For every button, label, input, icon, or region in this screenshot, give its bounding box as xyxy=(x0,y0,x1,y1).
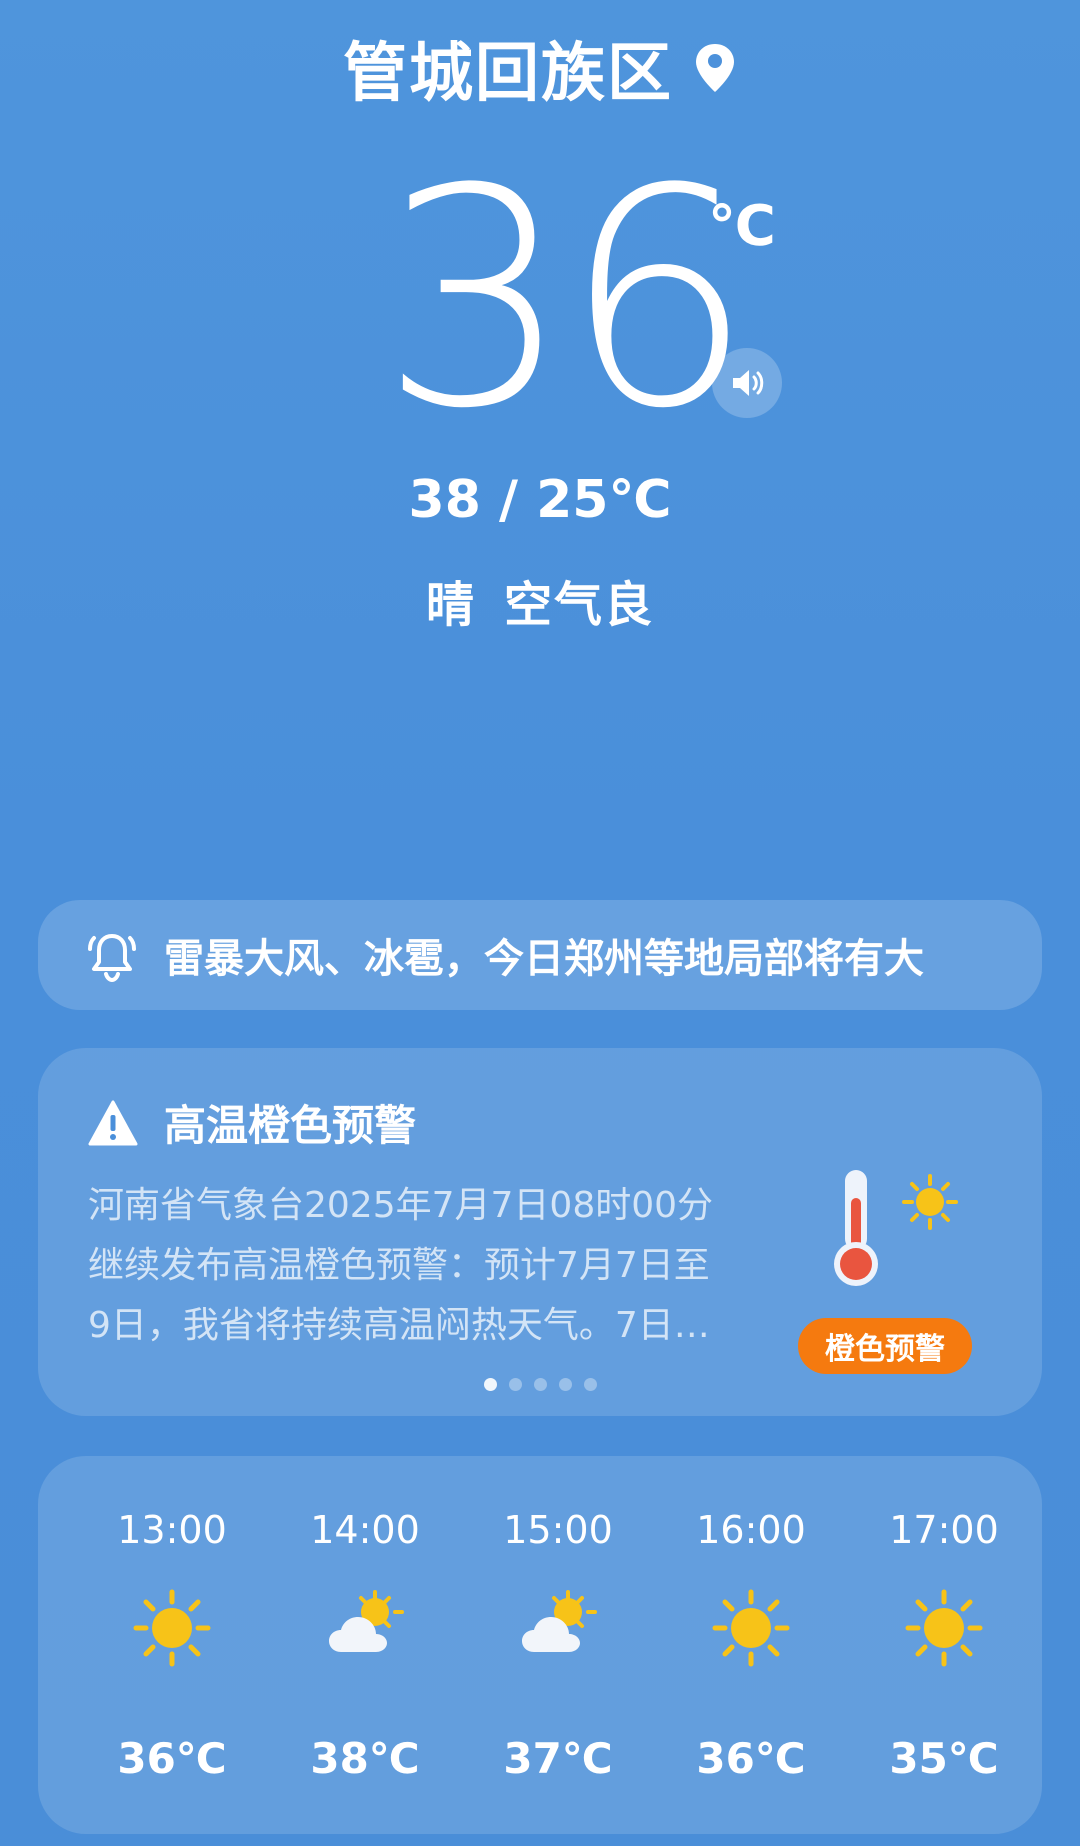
warning-triangle-icon xyxy=(88,1100,138,1145)
hourly-item: 14:00 38℃ xyxy=(275,1456,455,1834)
bell-icon xyxy=(88,934,136,982)
warning-line: 继续发布高温橙色预警：预计7月7日至 xyxy=(88,1245,710,1286)
sunny-icon xyxy=(712,1589,790,1667)
temperature-range: 38 / 25℃ xyxy=(408,470,672,530)
pager-dot xyxy=(558,1378,572,1391)
sunny-icon xyxy=(133,1589,211,1667)
hour-temperature: 36℃ xyxy=(117,1734,227,1783)
pager-dot xyxy=(483,1378,497,1391)
alert-ticker[interactable]: 雷暴大风、冰雹，今日郑州等地局部将有大 xyxy=(38,900,1042,1010)
thermometer-sun-icon xyxy=(834,1170,958,1286)
hourly-item: 17:00 35℃ xyxy=(854,1456,1034,1834)
partly-cloudy-icon xyxy=(522,1590,597,1652)
warning-card[interactable]: 高温橙色预警 河南省气象台2025年7月7日08时00分 继续发布高温橙色预警：… xyxy=(38,1048,1042,1416)
current-temperature: 36 xyxy=(380,125,754,474)
warning-level-badge: 橙色预警 xyxy=(798,1318,972,1374)
hour-temperature: 35℃ xyxy=(889,1734,999,1783)
temperature-unit: ℃ xyxy=(708,194,776,259)
hourly-item: 16:00 36℃ xyxy=(661,1456,841,1834)
hour-time: 15:00 xyxy=(503,1508,613,1552)
hour-temperature: 36℃ xyxy=(696,1734,806,1783)
pager-dot xyxy=(533,1378,547,1391)
hour-time: 16:00 xyxy=(696,1508,806,1552)
sunny-icon xyxy=(905,1589,983,1667)
weather-condition: 晴空气良 xyxy=(0,565,1080,635)
pager-dot xyxy=(508,1378,522,1391)
weather-text: 晴 xyxy=(425,577,476,633)
location-selector[interactable]: 管城回族区 xyxy=(343,22,737,114)
hourly-forecast-list: 13:00 36℃ 14:00 38℃ 15:00 37℃ 16:00 36℃ … xyxy=(38,1456,1042,1834)
warning-pager xyxy=(38,1378,1042,1391)
warning-line: 9日，我省将持续高温闷热天气。7日… xyxy=(88,1305,710,1346)
warning-description: 河南省气象台2025年7月7日08时00分 继续发布高温橙色预警：预计7月7日至… xyxy=(88,1176,728,1356)
location-pin-icon xyxy=(696,44,734,92)
current-temperature-block: 36 ℃ xyxy=(0,150,1080,450)
warning-header: 高温橙色预警 xyxy=(88,1092,416,1153)
air-quality-text[interactable]: 空气良 xyxy=(504,577,654,633)
weather-page: 管城回族区 36 ℃ 38 / 25℃ 晴空气良 雷暴大风、冰雹，今日郑州等地局… xyxy=(0,0,1080,1846)
header: 管城回族区 xyxy=(0,22,1080,114)
partly-cloudy-icon xyxy=(329,1590,404,1652)
pager-dot xyxy=(583,1378,597,1391)
alert-ticker-text: 雷暴大风、冰雹，今日郑州等地局部将有大 xyxy=(164,936,924,982)
warning-line: 河南省气象台2025年7月7日08时00分 xyxy=(88,1185,714,1226)
hour-temperature: 37℃ xyxy=(503,1734,613,1783)
hour-time: 14:00 xyxy=(310,1508,420,1552)
hour-time: 13:00 xyxy=(117,1508,227,1552)
warning-title: 高温橙色预警 xyxy=(164,1101,417,1150)
voice-broadcast-button[interactable] xyxy=(712,348,782,418)
speaker-icon xyxy=(733,370,764,396)
location-name: 管城回族区 xyxy=(343,37,673,111)
hourly-item: 15:00 37℃ xyxy=(468,1456,648,1834)
hourly-forecast-card[interactable]: 13:00 36℃ 14:00 38℃ 15:00 37℃ 16:00 36℃ … xyxy=(38,1456,1042,1834)
hourly-item: 13:00 36℃ xyxy=(82,1456,262,1834)
hour-temperature: 38℃ xyxy=(310,1734,420,1783)
hour-time: 17:00 xyxy=(889,1508,999,1552)
